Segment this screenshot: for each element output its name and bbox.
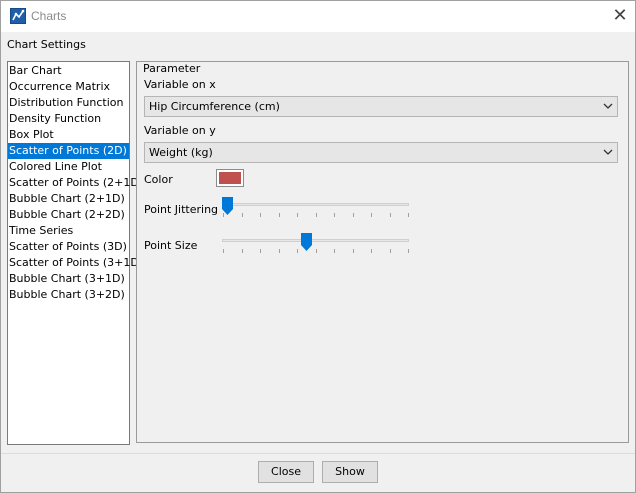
slider-tick	[334, 249, 335, 253]
list-item[interactable]: Density Function	[8, 111, 129, 127]
slider-tick	[297, 213, 298, 217]
slider-tick	[260, 249, 261, 253]
chevron-down-icon	[603, 103, 613, 109]
variable-x-select[interactable]: Hip Circumference (cm)	[144, 96, 618, 117]
chevron-down-icon	[603, 149, 613, 155]
slider-tick	[353, 249, 354, 253]
list-item[interactable]: Bubble Chart (2+1D)	[8, 191, 129, 207]
slider-tick	[223, 249, 224, 253]
slider-tick	[334, 213, 335, 217]
slider-track	[222, 239, 409, 242]
parameter-title: Parameter	[141, 62, 203, 75]
slider-tick	[279, 213, 280, 217]
chart-settings-label: Chart Settings	[7, 38, 86, 51]
list-item[interactable]: Time Series	[8, 223, 129, 239]
slider-tick	[390, 213, 391, 217]
charts-window: Charts ✕ Chart Settings Bar Chart Occurre…	[0, 0, 636, 493]
slider-tick	[279, 249, 280, 253]
variable-y-label: Variable on y	[144, 124, 216, 137]
slider-tick	[353, 213, 354, 217]
slider-tick	[316, 213, 317, 217]
slider-track	[222, 203, 409, 206]
slider-tick	[408, 249, 409, 253]
list-item[interactable]: Colored Line Plot	[8, 159, 129, 175]
point-size-slider[interactable]	[222, 233, 410, 259]
color-swatch-button[interactable]	[216, 169, 244, 187]
slider-tick	[316, 249, 317, 253]
list-item[interactable]: Occurrence Matrix	[8, 79, 129, 95]
show-button[interactable]: Show	[322, 461, 378, 483]
slider-tick	[390, 249, 391, 253]
footer-separator	[1, 453, 635, 454]
list-item[interactable]: Scatter of Points (3+1D)	[8, 255, 143, 271]
list-item[interactable]: Bar Chart	[8, 63, 129, 79]
close-button[interactable]: Close	[258, 461, 314, 483]
slider-tick	[297, 249, 298, 253]
point-size-label: Point Size	[144, 239, 198, 252]
list-item[interactable]: Scatter of Points (2+1D)	[8, 175, 143, 191]
slider-tick	[408, 213, 409, 217]
close-window-icon[interactable]: ✕	[607, 4, 633, 28]
variable-x-label: Variable on x	[144, 78, 216, 91]
list-item[interactable]: Distribution Function	[8, 95, 129, 111]
color-swatch-fill	[219, 172, 241, 184]
color-label: Color	[144, 173, 173, 186]
slider-tick	[371, 213, 372, 217]
slider-tick	[260, 213, 261, 217]
slider-tick	[242, 213, 243, 217]
list-item[interactable]: Bubble Chart (3+1D)	[8, 271, 129, 287]
slider-thumb[interactable]	[222, 197, 233, 215]
chart-type-list[interactable]: Bar Chart Occurrence Matrix Distribution F…	[7, 61, 143, 445]
point-jittering-slider[interactable]	[222, 197, 410, 223]
point-jittering-label: Point Jittering	[144, 203, 219, 216]
slider-tick	[371, 249, 372, 253]
slider-tick	[242, 249, 243, 253]
list-item[interactable]: Scatter of Points (3D)	[8, 239, 129, 255]
variable-x-value: Hip Circumference (cm)	[149, 100, 280, 113]
list-item[interactable]: Bubble Chart (3+2D)	[8, 287, 129, 303]
list-item[interactable]: Box Plot	[8, 127, 129, 143]
list-item[interactable]: Bubble Chart (2+2D)	[8, 207, 129, 223]
variable-y-select[interactable]: Weight (kg)	[144, 142, 618, 163]
slider-thumb[interactable]	[301, 233, 312, 251]
window-title: Charts	[31, 9, 67, 23]
list-item[interactable]: Scatter of Points (2D)	[8, 143, 129, 159]
title-bar: Charts ✕	[1, 1, 635, 32]
variable-y-value: Weight (kg)	[149, 146, 213, 159]
app-chart-icon	[10, 8, 26, 24]
